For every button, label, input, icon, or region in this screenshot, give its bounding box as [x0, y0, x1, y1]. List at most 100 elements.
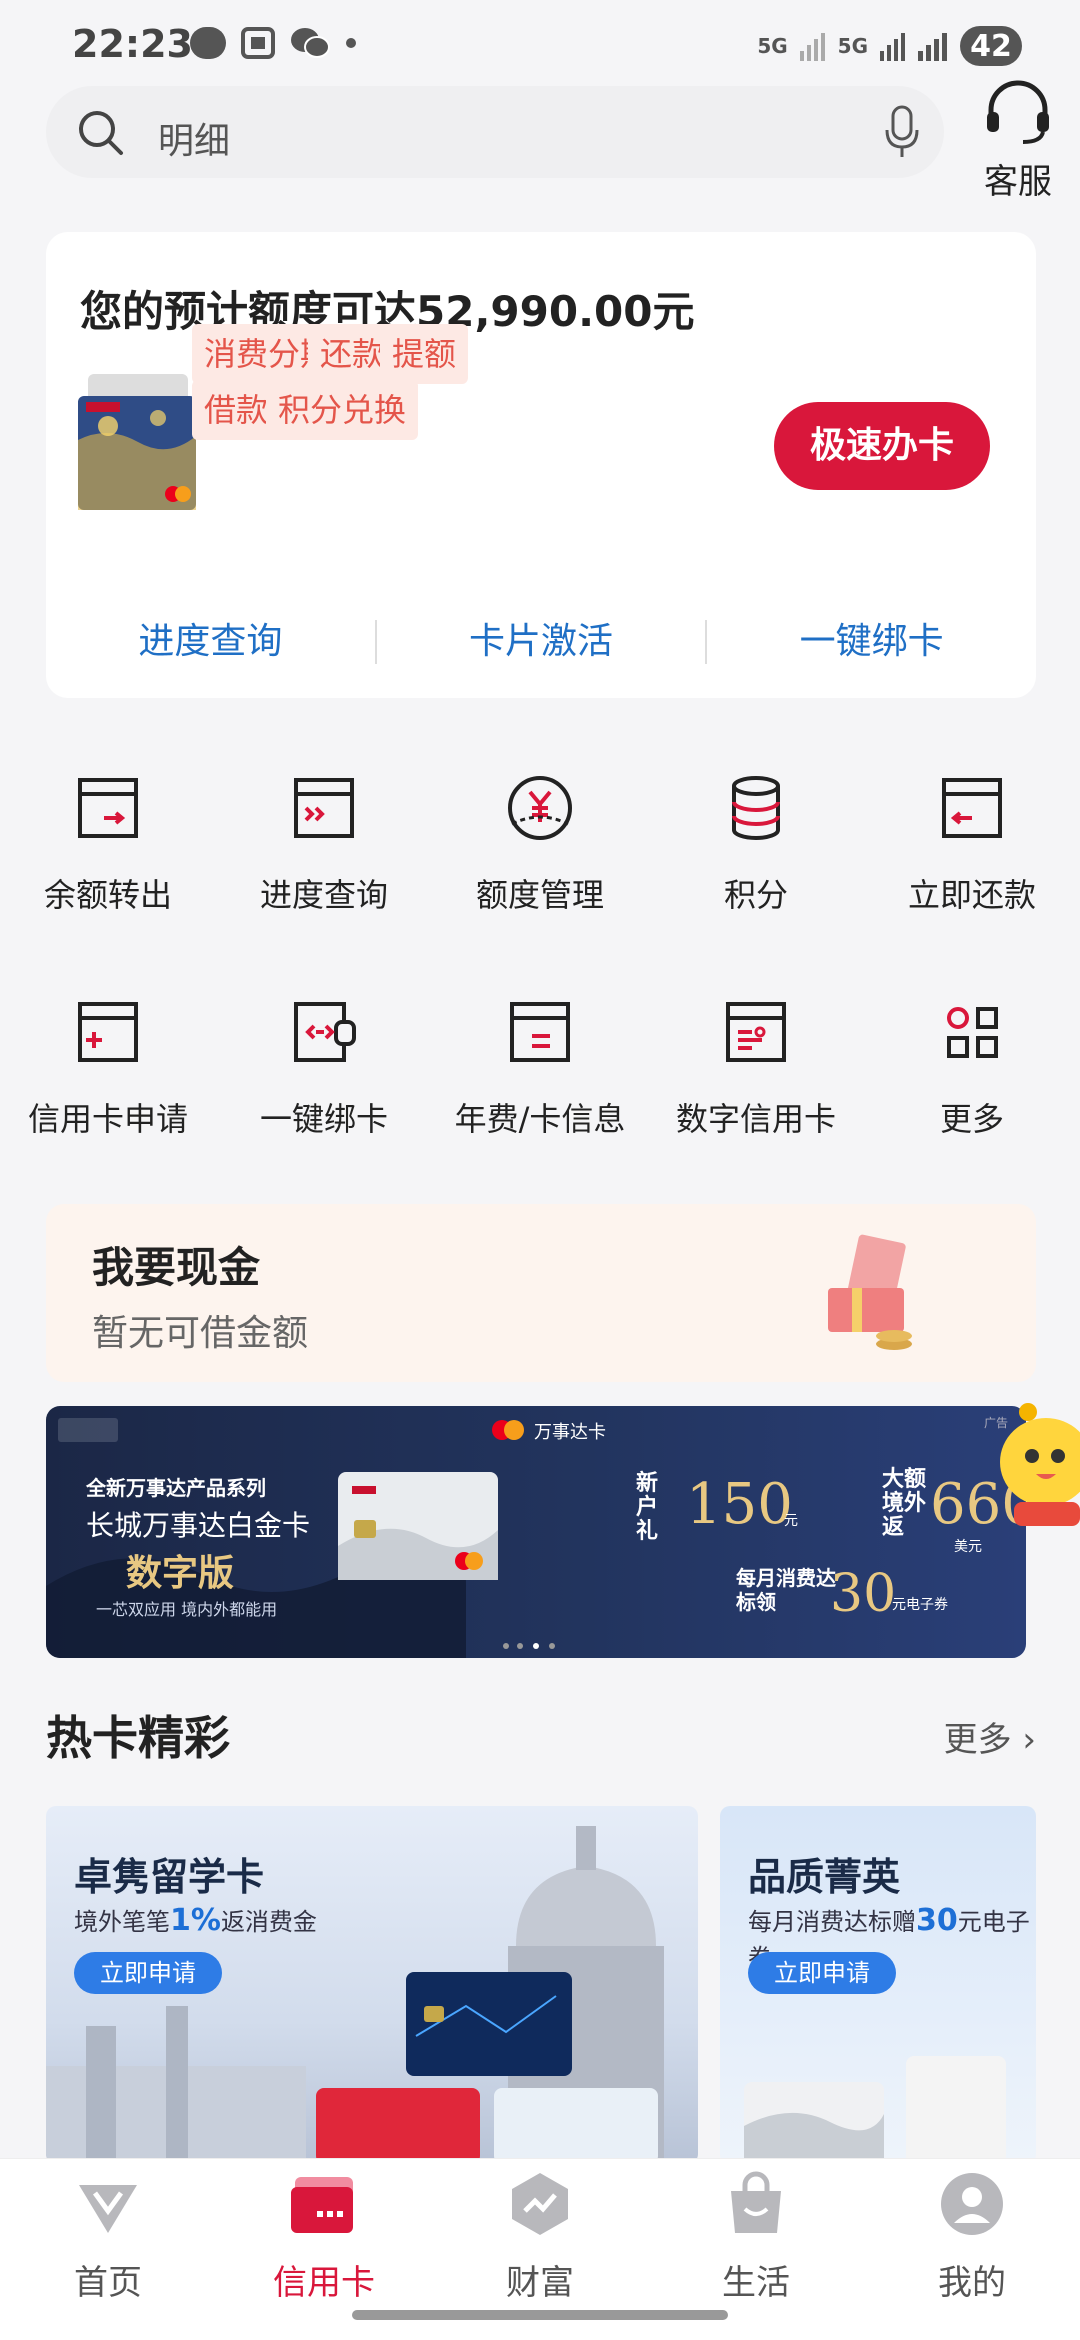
grid-label: 数字信用卡 [675, 1100, 836, 1138]
headset-icon [987, 80, 1049, 144]
grid-item-progress-query[interactable]: 进度查询 [216, 758, 432, 916]
grid-item-repay-now[interactable]: 立即还款 [864, 758, 1080, 916]
link-card-icon [294, 1002, 356, 1062]
more-grid-icon [947, 1007, 998, 1058]
hot-card-apply-button[interactable]: 立即申请 [74, 1952, 222, 1994]
dot-icon [346, 38, 356, 48]
hot-card-quality-elite[interactable]: 品质菁英 每月消费达标赠30元电子券 立即申请 [720, 1806, 1036, 2164]
cash-title: 我要现金 [92, 1243, 261, 1292]
tab-home[interactable]: 首页 [0, 2159, 216, 2340]
shopping-bag-icon [731, 2171, 781, 2233]
grid-item-more[interactable]: 更多 [864, 982, 1080, 1140]
banner-cashback-unit: 美元 [954, 1539, 982, 1555]
card-info-icon [510, 1002, 570, 1062]
hot-cards-more-link[interactable]: 更多 › [944, 1712, 1036, 1761]
fast-apply-button[interactable]: 极速办卡 [774, 402, 990, 490]
battery-indicator: 42 [960, 26, 1022, 66]
scan-icon [241, 27, 275, 59]
hot-cards-title: 热卡精彩 [46, 1711, 230, 1765]
progress-query-icon [294, 778, 354, 838]
tab-label: 生活 [722, 2263, 790, 2303]
banner-monthly-value: 30 [830, 1564, 897, 1624]
hot-card-subtitle: 境外笔笔1%返消费金 [74, 1903, 317, 1938]
link-progress-query[interactable]: 进度查询 [46, 602, 375, 682]
grid-label: 年费/卡信息 [454, 1100, 626, 1138]
home-indicator[interactable] [352, 2310, 728, 2320]
grid-item-card-info[interactable]: 年费/卡信息 [432, 982, 648, 1140]
signal-2-label: 5G [837, 34, 868, 58]
grid-item-card-apply[interactable]: 信用卡申请 [0, 982, 216, 1140]
banner-monthly-unit: 元电子券 [892, 1597, 948, 1613]
status-time: 22:23 [72, 22, 193, 66]
home-icon [79, 2185, 137, 2233]
signal-1-label: 5G [757, 34, 788, 58]
link-bind-card[interactable]: 一键绑卡 [707, 602, 1036, 682]
grid-label: 更多 [939, 1100, 1004, 1138]
grid-item-limit-manage[interactable]: 额度管理 [432, 758, 648, 916]
grid-item-digital-card[interactable]: 数字信用卡 [648, 982, 864, 1140]
yuan-icon [508, 776, 572, 840]
mascot-icon[interactable] [996, 1394, 1080, 1534]
tag-points-redeem[interactable]: 积分兑换 [266, 380, 419, 440]
promo-banner[interactable]: 万事达卡 全新万事达产品系列 长城万事达白金卡 数字版 一芯双应用 境内外都能用… [46, 1406, 1026, 1658]
hot-card-apply-button[interactable]: 立即申请 [748, 1952, 896, 1994]
cash-subtitle: 暂无可借金额 [92, 1313, 309, 1354]
credit-limit-panel: 您的预计额度可达52,990.00元 消费分期 还款 提额 借款 积分兑换 极速… [46, 232, 1036, 698]
search-input[interactable]: 明细 [158, 112, 230, 164]
banner-card-name: 长城万事达白金卡 [86, 1509, 311, 1542]
banner-new-gift-value: 150 [686, 1472, 793, 1537]
grid-label: 余额转出 [43, 876, 172, 914]
tab-mine[interactable]: 我的 [864, 2159, 1080, 2340]
notification-icons [190, 26, 358, 60]
grid-item-balance-out[interactable]: 余额转出 [0, 758, 216, 916]
wechat-icon [291, 28, 330, 58]
money-stack-icon [828, 1234, 912, 1350]
card-apply-icon [78, 1002, 138, 1062]
tab-label: 信用卡 [273, 2263, 375, 2303]
banner-series: 全新万事达产品系列 [86, 1476, 266, 1500]
chevron-right-icon: › [1022, 1720, 1036, 1760]
banner-brand: 万事达卡 [534, 1422, 606, 1443]
customer-service-button[interactable]: 客服 [968, 80, 1068, 203]
repay-icon [942, 778, 1002, 838]
tab-label: 财富 [506, 2263, 574, 2303]
signal-icon [918, 33, 947, 61]
grid-label: 进度查询 [259, 876, 388, 914]
microphone-icon[interactable] [882, 104, 922, 160]
grid-label: 立即还款 [907, 876, 1036, 914]
signal-icon [880, 33, 905, 61]
search-icon [79, 111, 123, 155]
credit-card-image[interactable] [78, 370, 196, 510]
search-bar[interactable]: 明细 [46, 86, 944, 178]
cash-loan-card[interactable]: 我要现金 暂无可借金额 [46, 1204, 1036, 1382]
tab-label: 我的 [938, 2263, 1006, 2303]
transfer-out-icon [78, 778, 138, 838]
message-icon [190, 27, 226, 59]
banner-tagline: 一芯双应用 境内外都能用 [96, 1600, 278, 1619]
banner-monthly-label: 每月消费达标领 [736, 1566, 836, 1614]
hot-card-study-abroad[interactable]: 卓隽留学卡 境外笔笔1%返消费金 立即申请 [46, 1806, 698, 2164]
credit-card-icon [291, 2177, 353, 2233]
grid-item-bind-card[interactable]: 一键绑卡 [216, 982, 432, 1140]
grid-label: 一键绑卡 [259, 1100, 388, 1138]
status-right: 5G 5G 42 [757, 26, 1022, 66]
feature-grid-row-1: 余额转出 进度查询 额度管理 积分 立即还款 [0, 758, 1080, 916]
banner-new-gift-unit: 元 [784, 1513, 798, 1529]
wealth-icon [512, 2173, 568, 2235]
banner-new-gift-label: 新户礼 [636, 1471, 659, 1544]
digital-card-icon [726, 1002, 786, 1062]
grid-item-points[interactable]: 积分 [648, 758, 864, 916]
hot-cards-header: 热卡精彩 更多 › [46, 1702, 1036, 1772]
link-card-activate[interactable]: 卡片激活 [377, 602, 706, 682]
banner-version: 数字版 [126, 1553, 235, 1594]
tag-raise-limit[interactable]: 提额 [380, 324, 469, 384]
hot-card-title: 品质菁英 [748, 1855, 901, 1899]
hot-card-title: 卓隽留学卡 [74, 1855, 265, 1899]
signal-icon [799, 33, 825, 61]
grid-label: 信用卡申请 [27, 1100, 188, 1138]
grid-label: 额度管理 [475, 876, 604, 914]
more-label: 更多 [943, 1720, 1012, 1760]
tab-label: 首页 [74, 2263, 142, 2303]
status-bar: 22:23 5G 5G 42 [0, 0, 1080, 90]
points-stack-icon [732, 776, 780, 840]
